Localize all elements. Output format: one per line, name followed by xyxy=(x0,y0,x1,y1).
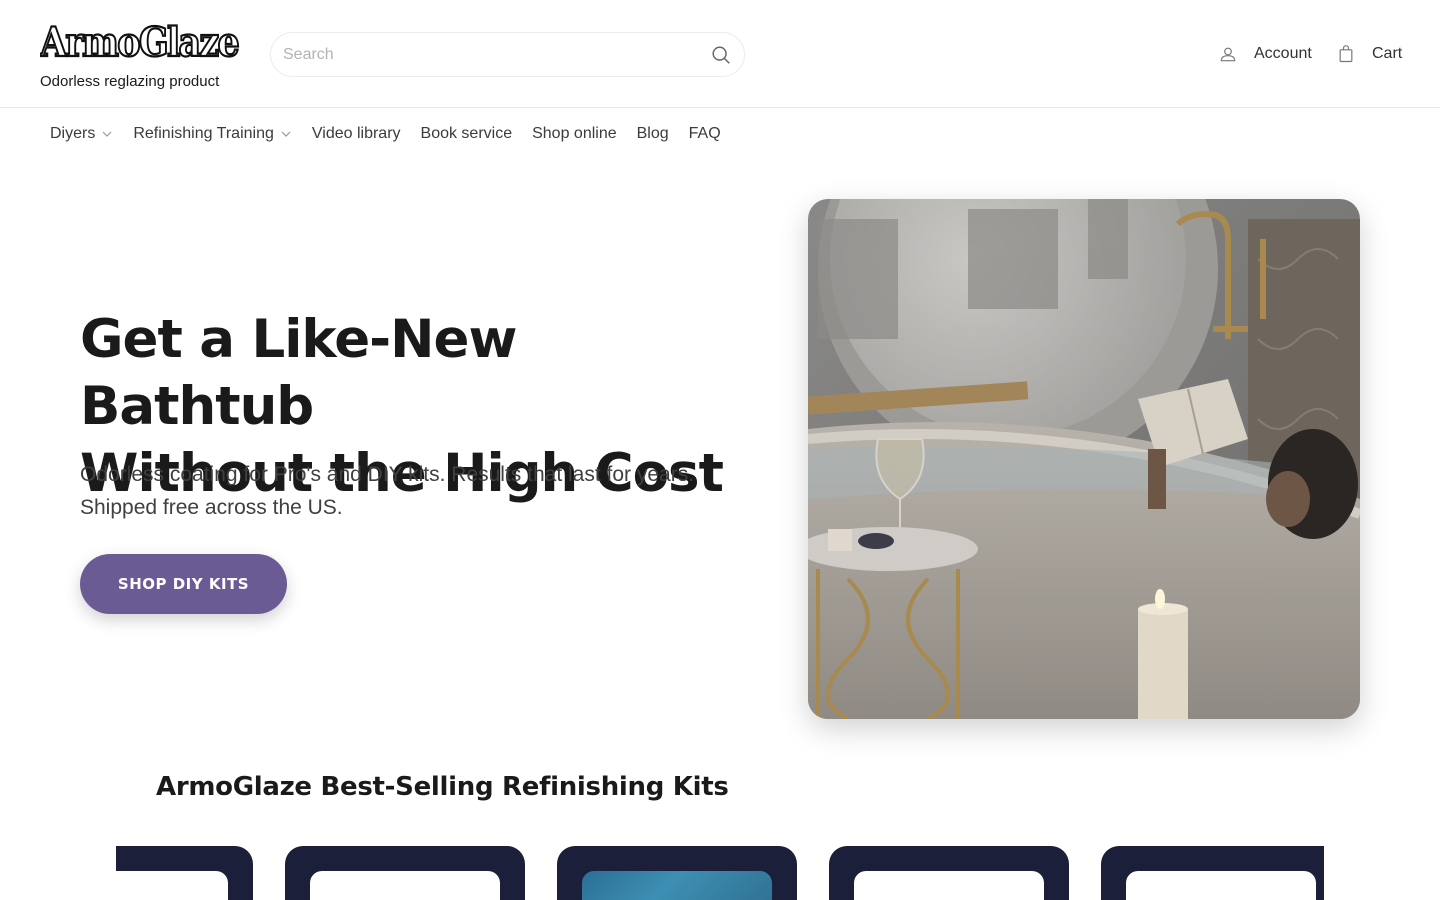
search-bar xyxy=(270,32,745,77)
shopping-bag-icon xyxy=(1339,45,1353,63)
nav-item-shop-online[interactable]: Shop online xyxy=(522,125,627,143)
hero-title-line1: Get a Like-New Bathtub xyxy=(80,309,517,437)
section-title-bestsellers: ArmoGlaze Best-Selling Refinishing Kits xyxy=(156,772,729,802)
user-icon xyxy=(1220,47,1236,62)
nav-item-faq[interactable]: FAQ xyxy=(679,125,731,143)
account-label: Account xyxy=(1254,45,1312,62)
nav-item-refinishing-training[interactable]: Refinishing Training xyxy=(123,125,302,143)
nav-item-label: Shop online xyxy=(532,125,617,142)
product-image xyxy=(1126,871,1316,900)
brand-tagline: Odorless reglazing product xyxy=(40,73,220,90)
product-image xyxy=(116,871,228,900)
chevron-down-icon xyxy=(102,131,112,137)
nav-item-label: Refinishing Training xyxy=(133,125,274,142)
product-card[interactable] xyxy=(285,846,525,900)
nav-item-book-service[interactable]: Book service xyxy=(411,125,523,143)
product-image xyxy=(582,871,772,900)
cart-label: Cart xyxy=(1372,45,1403,62)
nav-item-blog[interactable]: Blog xyxy=(627,125,679,143)
hero-subtitle: Odorless coating for Pro's and DIY kits.… xyxy=(80,463,695,519)
nav-item-label: Diyers xyxy=(50,125,96,142)
chevron-down-icon xyxy=(281,131,291,137)
product-card[interactable] xyxy=(557,846,797,900)
nav-item-label: Blog xyxy=(636,125,669,142)
search-input[interactable] xyxy=(283,33,703,76)
product-card[interactable] xyxy=(829,846,1069,900)
svg-text:ArmoGlaze: ArmoGlaze xyxy=(40,19,238,66)
nav-item-diyers[interactable]: Diyers xyxy=(40,125,123,143)
nav-item-label: FAQ xyxy=(688,125,721,142)
cart-link[interactable]: Cart xyxy=(1336,40,1402,68)
hero-image xyxy=(808,199,1360,719)
product-image xyxy=(310,871,500,900)
product-card[interactable] xyxy=(116,846,253,900)
site-header: ArmoGlaze Odorless reglazing product Acc… xyxy=(0,0,1440,108)
search-icon[interactable] xyxy=(710,44,732,66)
shop-diy-kits-button[interactable]: SHOP DIY KITS xyxy=(80,554,287,614)
main-nav: Diyers Refinishing Training Video librar… xyxy=(40,119,731,149)
nav-item-video-library[interactable]: Video library xyxy=(302,125,411,143)
nav-item-label: Video library xyxy=(311,125,401,142)
brand-logo[interactable]: ArmoGlaze xyxy=(38,14,242,67)
product-card[interactable] xyxy=(1101,846,1324,900)
product-image xyxy=(854,871,1044,900)
account-link[interactable]: Account xyxy=(1218,40,1312,68)
nav-item-label: Book service xyxy=(420,125,513,142)
product-carousel xyxy=(116,826,1324,900)
